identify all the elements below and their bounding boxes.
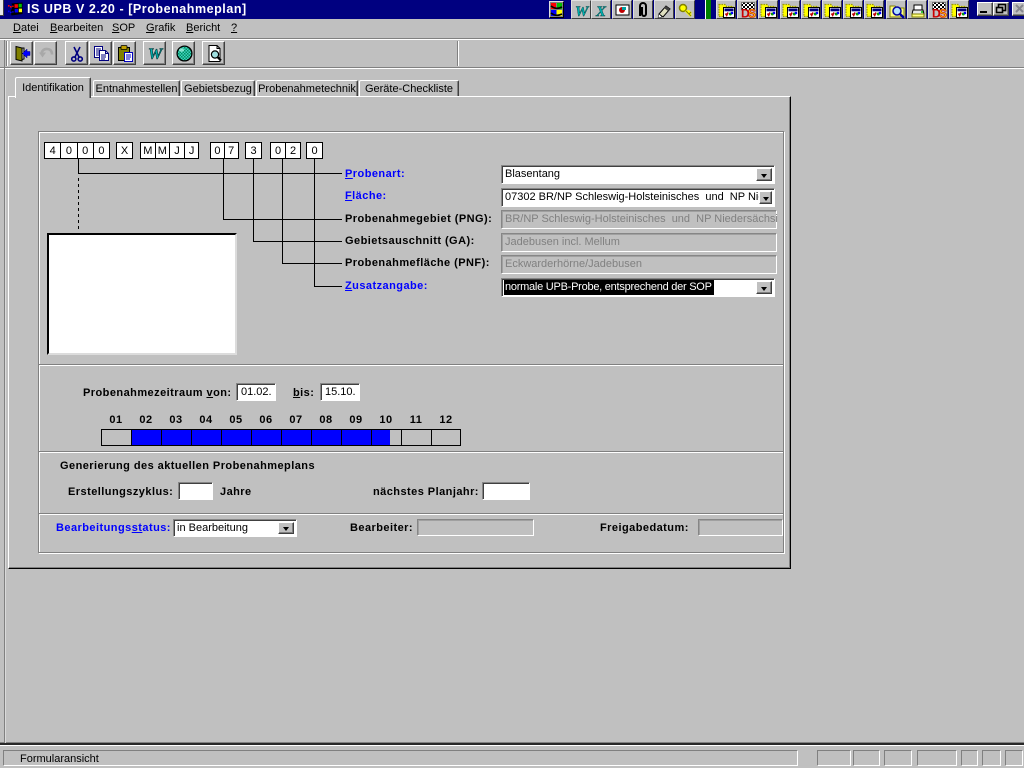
svg-text:X: X	[595, 4, 607, 19]
svg-text:S: S	[939, 7, 947, 20]
svg-text:W: W	[575, 4, 590, 19]
svg-text:W: W	[148, 46, 164, 63]
svg-text:S: S	[748, 7, 756, 20]
